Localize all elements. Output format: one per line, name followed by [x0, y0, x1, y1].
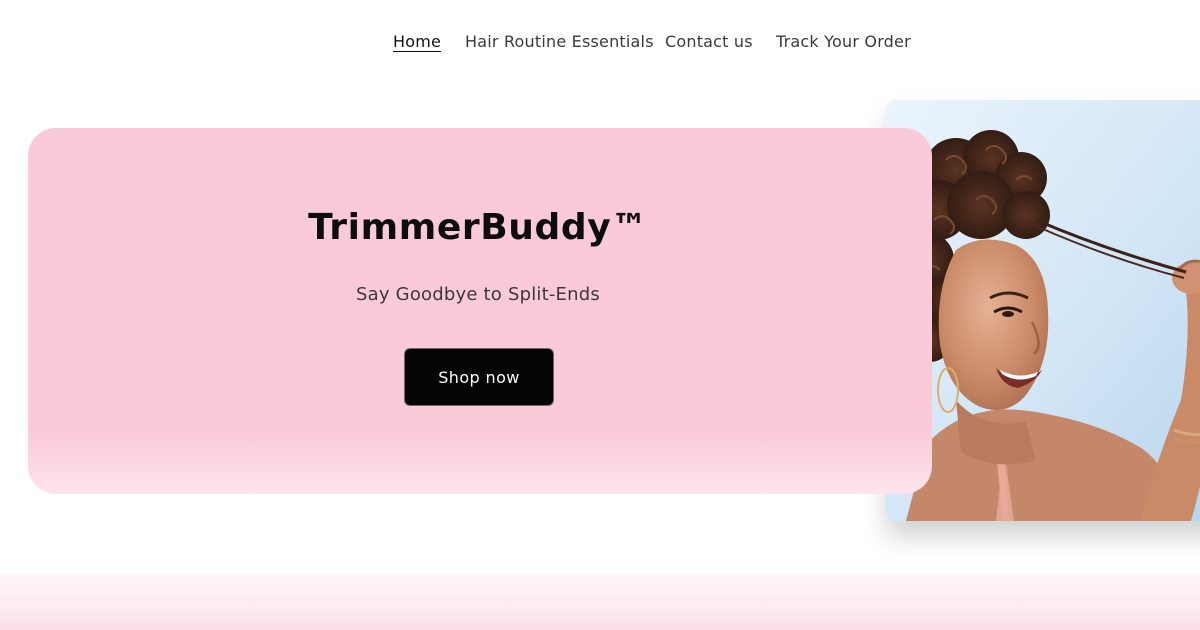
shop-now-button[interactable]: Shop now: [404, 348, 554, 406]
nav-link-track-your-order[interactable]: Track Your Order: [776, 30, 911, 54]
nav-link-home[interactable]: Home: [393, 30, 441, 54]
woman-holding-hair-photo: [886, 100, 1200, 521]
landing-page: Home Hair Routine Essentials Contact us …: [0, 0, 1200, 630]
nav-link-hair-routine-essentials[interactable]: Hair Routine Essentials: [465, 30, 654, 54]
hero-title: TrimmerBuddy™: [308, 207, 648, 248]
hero-subtitle: Say Goodbye to Split-Ends: [356, 284, 600, 305]
nav-link-contact-us[interactable]: Contact us: [665, 30, 753, 54]
hero-image: [886, 100, 1200, 521]
main-nav: Home Hair Routine Essentials Contact us …: [0, 30, 1200, 56]
hero-banner: TrimmerBuddy™ Say Goodbye to Split-Ends …: [28, 128, 932, 494]
next-section-band: [0, 574, 1200, 630]
